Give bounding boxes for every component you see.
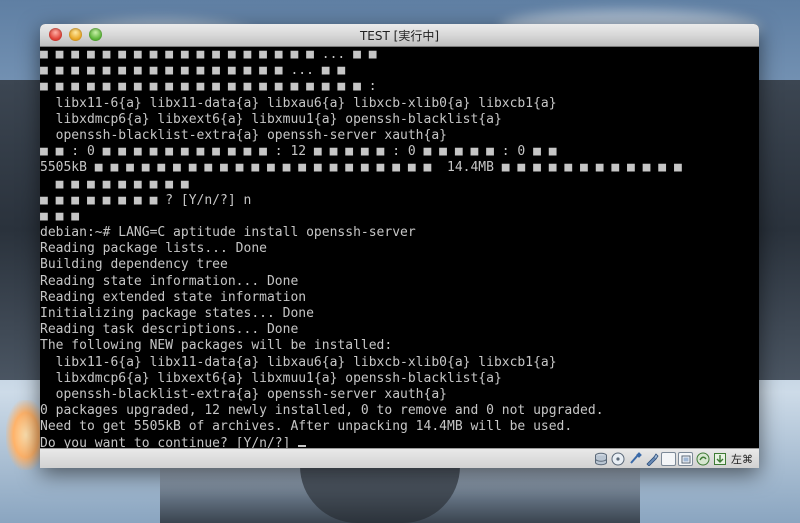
console-line: Initializing package states... Done bbox=[40, 306, 314, 321]
console-line: ■ ■ ■ ■ ■ ■ ■ ■ ■ ■ ■ ■ ■ ■ ■ ■ ... ■ ■ bbox=[40, 63, 346, 79]
host-key-label: 左⌘ bbox=[731, 453, 753, 466]
hard-disk-icon[interactable] bbox=[593, 452, 608, 467]
console-line: Do you want to continue? [Y/n/?] bbox=[40, 436, 759, 448]
console-line: The following NEW packages will be insta… bbox=[40, 338, 393, 354]
console-line: ■ ■ ■ bbox=[40, 208, 80, 224]
console-line: Reading package lists... Done bbox=[40, 241, 267, 257]
text-cursor bbox=[298, 444, 307, 447]
console-line: Reading state information... Done bbox=[40, 273, 299, 289]
console-line: debian:~# LANG=C aptitude install openss… bbox=[40, 225, 416, 241]
title-bar[interactable]: TEST [実行中] bbox=[40, 24, 759, 47]
console-line: ■ ■ : 0 ■ ■ ■ ■ ■ ■ ■ ■ ■ ■ ■ : 12 ■ ■ ■… bbox=[40, 144, 557, 160]
usb-icon[interactable] bbox=[627, 452, 642, 467]
console-line: libx11-6{a} libx11-data{a} libxau6{a} li… bbox=[40, 95, 557, 111]
optical-drive-icon[interactable] bbox=[610, 452, 625, 467]
console-line: Reading task descriptions... Done bbox=[40, 322, 299, 338]
console-line: ■ ■ ■ ■ ■ ■ ■ ■ ■ ■ ■ ■ ■ ■ ■ ■ ■ ■ ■ ■ … bbox=[40, 79, 377, 95]
console-line: Reading extended state information bbox=[40, 289, 307, 305]
virtualbox-window: TEST [実行中] ■ ■ ■ ■ ■ ■ ■ ■ ■ ■ ■ ■ ■ ■ ■… bbox=[40, 24, 759, 468]
status-bar: 左⌘ bbox=[40, 448, 759, 468]
mouse-integration-icon[interactable] bbox=[712, 452, 727, 467]
display-icon[interactable] bbox=[661, 452, 676, 466]
console-line: ■ ■ ■ ■ ■ ■ ■ ■ ■ ■ ■ ■ ■ ■ ■ ■ ■ ■ ... … bbox=[40, 47, 377, 62]
vm-console-screen[interactable]: ■ ■ ■ ■ ■ ■ ■ ■ ■ ■ ■ ■ ■ ■ ■ ■ ■ ■ ... … bbox=[40, 47, 759, 448]
virtualization-icon[interactable] bbox=[695, 452, 710, 467]
console-line: libxdmcp6{a} libxext6{a} libxmuu1{a} ope… bbox=[40, 111, 502, 127]
console-line: ■ ■ ■ ■ ■ ■ ■ ■ ? [Y/n/?] n bbox=[40, 192, 252, 208]
console-line: libx11-6{a} libx11-data{a} libxau6{a} li… bbox=[40, 354, 557, 370]
window-title: TEST [実行中] bbox=[359, 29, 440, 43]
console-line: ■ ■ ■ ■ ■ ■ ■ ■ ■ bbox=[40, 176, 189, 192]
console-line: Building dependency tree bbox=[40, 257, 228, 273]
console-line: openssh-blacklist-extra{a} openssh-serve… bbox=[40, 127, 447, 143]
console-line: Need to get 5505kB of archives. After un… bbox=[40, 419, 573, 435]
console-line: openssh-blacklist-extra{a} openssh-serve… bbox=[40, 386, 447, 402]
console-line: libxdmcp6{a} libxext6{a} libxmuu1{a} ope… bbox=[40, 370, 502, 386]
aircraft-wing-right bbox=[756, 80, 800, 380]
console-line: 0 packages upgraded, 12 newly installed,… bbox=[40, 403, 604, 419]
network-icon[interactable] bbox=[678, 452, 693, 466]
shared-folder-icon[interactable] bbox=[644, 452, 659, 467]
console-line: 5505kB ■ ■ ■ ■ ■ ■ ■ ■ ■ ■ ■ ■ ■ ■ ■ ■ ■… bbox=[40, 160, 682, 176]
